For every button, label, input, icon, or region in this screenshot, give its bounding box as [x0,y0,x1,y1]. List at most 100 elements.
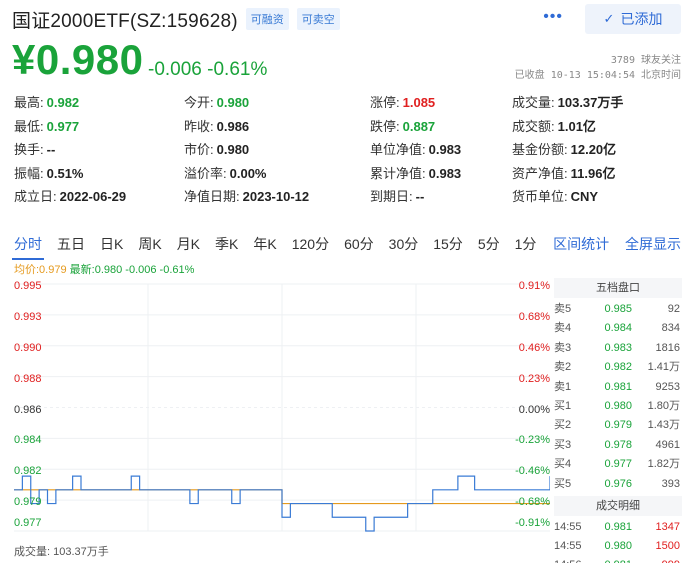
intraday-chart[interactable]: 0.995 0.993 0.990 0.988 0.986 0.984 0.982 0.979… [14,278,550,538]
deals-title: 成交明细 [554,495,682,516]
tab-7[interactable]: 120分 [290,230,331,260]
market-status: 3789 球友关注 已收盘 10-13 15:04:54 北京时间 [515,53,681,83]
tab-9[interactable]: 30分 [387,230,421,260]
stat-label: 昨收: [184,118,214,134]
tab-12[interactable]: 1分 [513,230,539,260]
ob-volume: 1.43万 [647,419,680,432]
order-book-row: 卖1 0.981 9253 [554,378,682,397]
order-book-row: 买5 0.976 393 [554,475,682,494]
stat-value: 0.51% [46,165,84,181]
tab-1[interactable]: 五日 [55,230,87,260]
stat-value: 1.01亿 [557,118,596,134]
follow-label: 已添加 [620,11,663,27]
fullscreen-link[interactable]: 全屏显示 [625,236,681,252]
stat-value: 11.96亿 [570,165,616,181]
stats-row: 振幅: 0.51% 溢价率: 0.00% 累计净值: 0.983 资产净值: 11.96亿 [14,165,684,191]
latest-price-legend: 最新:0.980 -0.006 -0.61% [69,264,195,276]
stat-value: 0.977 [46,118,80,134]
y-tick-right: 0.68% [518,310,550,323]
y-tick-right: -0.46% [515,465,550,478]
stat-item: 最高: 0.982 [14,96,184,120]
tab-4[interactable]: 月K [175,230,202,260]
stats-row: 换手: -- 市价: 0.980 单位净值: 0.983 基金份额: 12.20亿 [14,143,684,167]
order-book-title: 五档盘口 [554,278,682,298]
stat-label: 资产净值: [512,165,568,181]
ob-price: 0.984 [604,322,632,335]
ob-level: 买4 [554,458,572,471]
chart-tabs: 分时 五日 日K 周K 月K 季K 年K 120分 60分 30分 15分 5分 1分 区间统计 全屏显… [12,230,681,260]
ob-volume: 9253 [655,380,680,393]
tab-6[interactable]: 年K [251,230,278,260]
stat-value: 103.37万手 [557,95,624,110]
order-book: 五档盘口 卖5 0.985 92 卖4 0.984 834 卖3 0.983 1816 卖2 0.9… [554,278,682,563]
stat-value: 2023-10-12 [242,189,310,205]
stat-item: 成交量: 103.37万手 [512,96,684,120]
ob-volume: 1.80万 [647,399,680,412]
tab-5[interactable]: 季K [213,230,240,260]
y-tick-right: -0.68% [515,496,550,509]
stat-label: 最低: [14,118,44,134]
ob-price: 0.977 [604,458,632,471]
deals-rows: 14:55 0.981 1347 14:550.980150014:560.98199… [554,518,682,563]
ob-volume: 1.82万 [647,458,680,471]
tab-2[interactable]: 日K [98,230,125,260]
stat-label: 累计净值: [370,165,426,181]
ob-volume: 1.41万 [647,361,680,374]
y-tick-right: 0.46% [518,341,550,354]
stat-item: 昨收: 0.986 [184,118,370,144]
range-stats-link[interactable]: 区间统计 [553,236,609,252]
quote-row: ¥0.980 -0.006 -0.61% 3789 球友关注 已收盘 10-13… [12,36,681,86]
ob-volume: 393 [661,477,680,490]
order-book-row: 买2 0.979 1.43万 [554,416,682,435]
chart-legend: 均价:0.979 最新:0.980 -0.006 -0.61% [14,261,194,277]
deal-row: 14:55 0.980 1500 [554,537,682,556]
order-book-row: 买4 0.977 1.82万 [554,455,682,474]
tab-0[interactable]: 分时 [12,230,44,260]
ob-price: 0.983 [604,341,632,354]
deal-volume: 1347 [655,520,680,533]
deal-time: 14:55 [554,539,582,552]
y-tick-right: -0.91% [515,517,550,529]
deal-price: 0.981 [590,556,632,563]
follow-button[interactable]: ✓ 已添加 [585,4,681,34]
stat-item: 跌停: 0.887 [370,118,512,144]
stats-grid: 最高: 0.982 今开: 0.980 涨停: 1.085 成交量: 103.37万手 最低: 0… [14,96,684,214]
tab-3[interactable]: 周K [136,230,163,260]
order-book-row: 买3 0.978 4961 [554,436,682,455]
y-tick-left: 0.993 [14,310,42,323]
stat-value: -- [46,142,56,158]
y-tick-right: -0.23% [515,434,550,447]
close-status: 已收盘 10-13 15:04:54 北京时间 [514,70,681,81]
stat-item: 到期日: -- [370,190,512,214]
tab-10[interactable]: 15分 [431,230,465,260]
tag-margin: 可融资 [245,8,289,30]
order-book-row: 卖4 0.984 834 [554,319,682,338]
ob-price: 0.981 [604,380,632,393]
chart-actions: 区间统计 全屏显示 [541,234,681,254]
stats-row: 最低: 0.977 昨收: 0.986 跌停: 0.887 成交额: 1.01亿 [14,118,684,144]
check-icon: ✓ [603,11,615,26]
y-tick-right: 0.00% [518,403,550,416]
stat-label: 振幅: [14,165,44,181]
stat-item: 货币单位: CNY [512,190,684,214]
stat-label: 最高: [14,95,44,110]
avg-price-legend: 均价:0.979 [14,264,67,276]
order-book-row: 卖2 0.982 1.41万 [554,358,682,377]
price-change: -0.006 -0.61% [148,59,268,80]
stat-value: 0.986 [216,118,250,134]
current-price: ¥0.980 [12,36,144,83]
deal-row: 14:560.981999 [554,556,682,563]
more-button[interactable]: ••• [543,8,563,26]
stat-item: 溢价率: 0.00% [184,166,370,191]
stats-row: 成立日: 2022-06-29 净值日期: 2023-10-12 到期日: -- 货币单位:… [14,190,684,214]
tab-8[interactable]: 60分 [342,230,376,260]
deal-time: 14:56 [554,556,590,563]
ob-level: 买2 [554,419,572,432]
ob-price: 0.985 [604,303,632,315]
y-tick-left: 0.982 [14,465,42,478]
tab-11[interactable]: 5分 [476,230,502,260]
ob-volume: 834 [661,322,680,335]
stat-label: 成交量: [512,95,555,110]
stat-label: 跌停: [370,118,400,134]
y-tick-right: 0.23% [518,372,550,385]
